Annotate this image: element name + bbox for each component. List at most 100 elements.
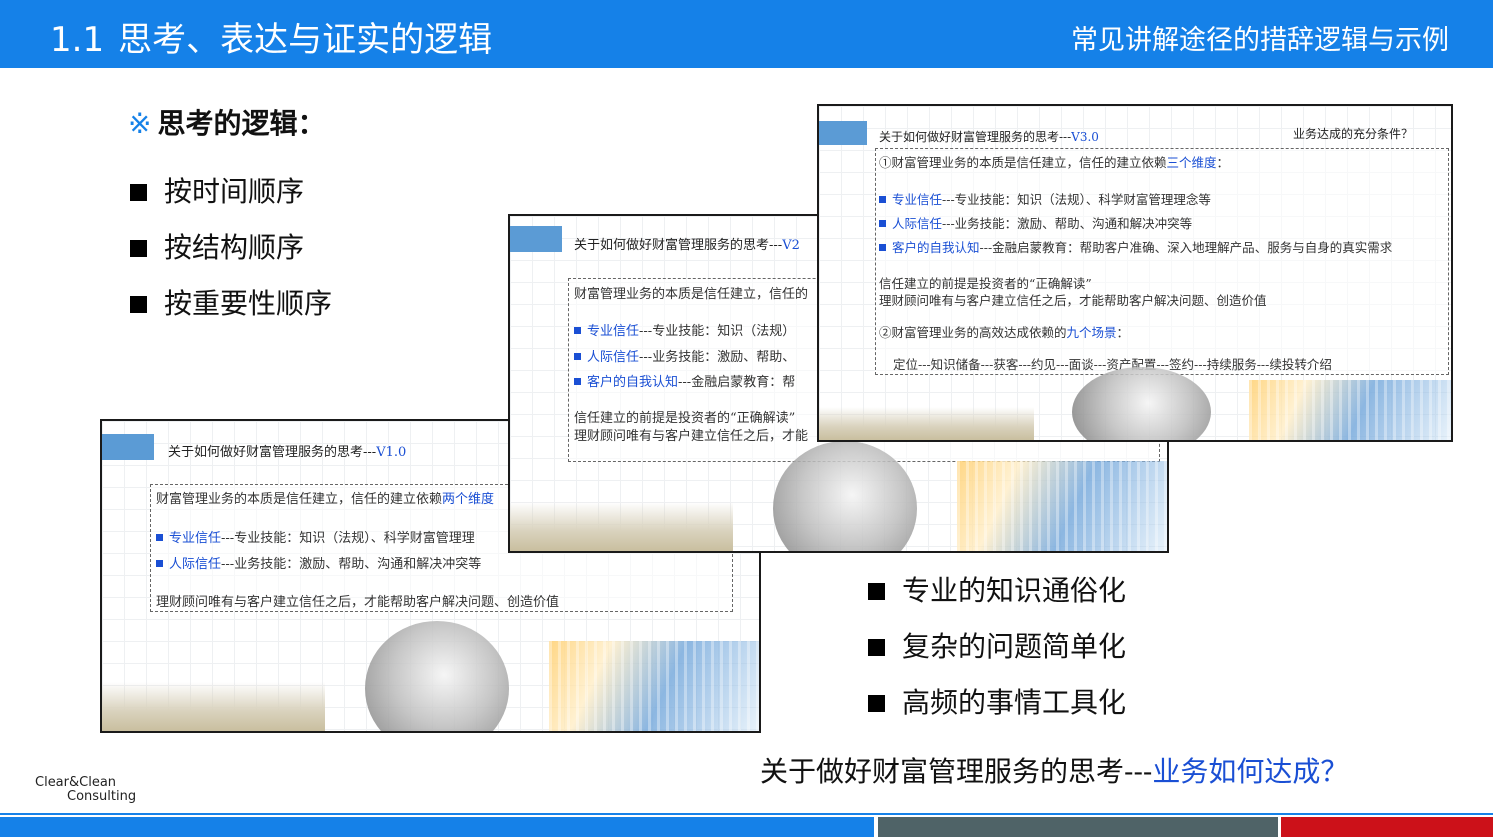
page-subtitle: 常见讲解途径的措辞逻辑与示例 (1071, 25, 1449, 56)
list-item-text: 按结构顺序 (164, 231, 305, 264)
bottom-caption: 关于做好财富管理服务的思考---业务如何达成？ (760, 750, 1348, 790)
list-item-text: 专业的知识通俗化 (902, 574, 1127, 607)
intro-highlight: 两个维度 (442, 492, 495, 507)
reference-mark-icon: ※ (128, 107, 152, 140)
square-bullet-icon (130, 239, 147, 257)
bullet-text: ---金融启蒙教育：帮助客户准确、深入地理解产品、服务与自身的真实需求 (979, 240, 1393, 255)
slide-accent-bar (510, 226, 562, 252)
bullet-text: ---金融启蒙教育：帮 (678, 375, 796, 390)
slide-bullet: 人际信任---业务技能：激励、帮助、沟通和解决冲突等 (156, 553, 481, 572)
bullet-text: ---业务技能：激励、帮助、 (639, 350, 796, 365)
bullet-label: 专业信任 (892, 192, 943, 207)
slide-bullet: 专业信任---专业技能：知识（法规）、科学财富管理理念等 (879, 189, 1211, 208)
slide-version: V2 (782, 238, 800, 253)
slide-thumbnail-v3: 关于如何做好财富管理服务的思考---V3.0 业务达成的充分条件？ ①财富管理业… (817, 104, 1453, 442)
slide-decoration-image (510, 441, 1167, 551)
skyscraper-image (1248, 380, 1451, 440)
square-bullet-icon (879, 220, 886, 227)
intro-text: 财富管理业务的本质是信任建立，信任的建立依赖 (156, 492, 443, 507)
bullet-text: ---专业技能：知识（法规）、科学财富管理理念等 (942, 192, 1211, 207)
figure-image (1071, 366, 1211, 440)
square-bullet-icon (574, 378, 581, 385)
slide-bullet: 专业信任---专业技能：知识（法规） (574, 320, 795, 339)
bullet-label: 专业信任 (169, 531, 222, 546)
slide-title-text: 关于如何做好财富管理服务的思考--- (574, 238, 783, 253)
company-logo: Clear&Clean Consulting (35, 776, 136, 804)
list-item-text: 按重要性顺序 (164, 287, 333, 320)
slide-title-text: 关于如何做好财富管理服务的思考--- (168, 445, 377, 460)
footer-bar-gray (878, 817, 1278, 837)
header-bar: 1.1 思考、表达与证实的逻辑 常见讲解途径的措辞逻辑与示例 (0, 0, 1493, 68)
square-bullet-icon (574, 327, 581, 334)
bullet-label: 人际信任 (587, 350, 640, 365)
caption-text: 关于做好财富管理服务的思考--- (760, 755, 1153, 788)
list-item: 按结构顺序 (130, 220, 332, 276)
thinking-heading-text: 思考的逻辑： (157, 107, 326, 140)
footer-divider (0, 813, 1493, 815)
list-item-text: 复杂的问题简单化 (902, 630, 1127, 663)
slide-accent-bar (819, 121, 867, 145)
figure-image (364, 621, 510, 731)
list-item: 专业的知识通俗化 (868, 563, 1126, 619)
footer-bar-red (1281, 817, 1493, 837)
landscape-image (819, 407, 1034, 440)
landscape-image (102, 681, 326, 731)
square-bullet-icon (130, 295, 147, 313)
square-bullet-icon (130, 183, 147, 201)
slide-intro: ①财富管理业务的本质是信任建立，信任的建立依赖三个维度： (879, 152, 1229, 171)
slide-bullet: 客户的自我认知---金融启蒙教育：帮 (574, 371, 795, 390)
slide-intro: 财富管理业务的本质是信任建立，信任的建立依赖两个维度 (156, 488, 494, 507)
title-text: 思考、表达与证实的逻辑 (118, 20, 493, 60)
slide-version: V3.0 (1071, 130, 1099, 144)
intro-highlight: 三个维度 (1166, 155, 1217, 170)
bullet-label: 客户的自我认知 (892, 240, 980, 255)
logo-line-1: Clear&Clean (35, 775, 117, 790)
list-item-text: 高频的事情工具化 (902, 686, 1127, 719)
slide-title-text: 关于如何做好财富管理服务的思考--- (879, 130, 1072, 144)
scenario-intro-text: ②财富管理业务的高效达成依赖的 (879, 325, 1067, 340)
section-number: 1.1 (50, 20, 105, 60)
slide-scenario-flow: 定位---知识储备---获客---约见---面谈---资产配置---签约---持… (893, 357, 1332, 372)
slide-note: 理财顾问唯有与客户建立信任之后，才能帮助客户解决问题、创造价值 (879, 293, 1267, 308)
scenario-end: ： (1116, 325, 1130, 340)
slide-scenario-intro: ②财富管理业务的高效达成依赖的九个场景： (879, 322, 1129, 341)
bullet-text: ---业务技能：激励、帮助、沟通和解决冲突等 (942, 216, 1193, 231)
slide-bullet: 客户的自我认知---金融启蒙教育：帮助客户准确、深入地理解产品、服务与自身的真实… (879, 237, 1392, 256)
square-bullet-icon (156, 560, 163, 567)
slide-decoration-image (819, 366, 1451, 440)
scenario-highlight: 九个场景 (1066, 325, 1117, 340)
slide-intro: 财富管理业务的本质是信任建立，信任的 (574, 287, 809, 302)
list-item: 高频的事情工具化 (868, 675, 1126, 731)
bullet-label: 人际信任 (892, 216, 943, 231)
page-title: 1.1 思考、表达与证实的逻辑 (50, 12, 492, 61)
logo-line-2: Consulting (67, 789, 137, 804)
footer-bar-blue (0, 817, 874, 837)
skyscraper-image (956, 461, 1167, 551)
slide-title: 关于如何做好财富管理服务的思考---V1.0 (168, 441, 406, 460)
bullet-text: ---专业技能：知识（法规）、科学财富管理理 (221, 531, 475, 546)
slide-accent-bar (102, 434, 154, 460)
skyscraper-image (548, 641, 759, 731)
square-bullet-icon (868, 694, 885, 712)
list-item: 按时间顺序 (130, 164, 332, 220)
slide-title: 关于如何做好财富管理服务的思考---V3.0 (879, 128, 1099, 145)
square-bullet-icon (156, 534, 163, 541)
list-item: 复杂的问题简单化 (868, 619, 1126, 675)
bullet-label: 客户的自我认知 (587, 375, 679, 390)
slide-corner-question: 业务达成的充分条件？ (1293, 127, 1414, 141)
square-bullet-icon (879, 196, 886, 203)
slide-note: 理财顾问唯有与客户建立信任之后，才能 (574, 429, 809, 444)
bullet-text: ---专业技能：知识（法规） (639, 324, 796, 339)
slide-note: 信任建立的前提是投资者的“正确解读” (574, 411, 796, 426)
thinking-heading: ※ 思考的逻辑： (128, 102, 325, 142)
slide-version: V1.0 (376, 445, 407, 460)
square-bullet-icon (574, 353, 581, 360)
bullet-text: ---业务技能：激励、帮助、沟通和解决冲突等 (221, 557, 482, 572)
square-bullet-icon (868, 638, 885, 656)
intro-text: ①财富管理业务的本质是信任建立，信任的建立依赖 (879, 155, 1167, 170)
bullet-label: 专业信任 (587, 324, 640, 339)
square-bullet-icon (868, 582, 885, 600)
principles-list: 专业的知识通俗化 复杂的问题简单化 高频的事情工具化 (868, 563, 1126, 731)
list-item: 按重要性顺序 (130, 276, 332, 332)
landscape-image (510, 501, 734, 551)
